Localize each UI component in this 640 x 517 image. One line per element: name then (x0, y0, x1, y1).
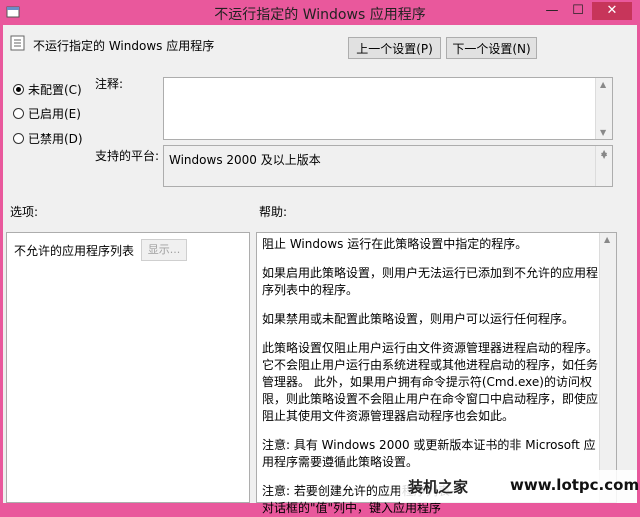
scroll-up-icon[interactable]: ▲ (600, 80, 606, 89)
help-paragraph: 此策略设置仅阻止用户运行由文件资源管理器进程启动的程序。它不会阻止用户运行由系统… (262, 341, 599, 423)
help-scrollbar[interactable]: ▲ (599, 233, 616, 502)
comment-field[interactable]: ▲ ▼ (163, 77, 613, 140)
platform-label: 支持的平台: (95, 149, 160, 163)
platform-value: Windows 2000 及以上版本 (169, 153, 321, 167)
scroll-up-icon[interactable]: ▲ (604, 235, 610, 244)
watermark: 装机之家 www.lotpc.com (400, 470, 640, 503)
previous-setting-button[interactable]: 上一个设置(P) (348, 37, 441, 59)
maximize-button[interactable]: ☐ (566, 2, 590, 20)
help-header: 帮助: (259, 205, 288, 219)
comment-label: 注释: (95, 77, 124, 91)
radio-selected-icon (13, 84, 24, 95)
help-paragraph: 如果启用此策略设置，则用户无法运行已添加到不允许的应用程序列表中的程序。 (262, 266, 599, 297)
help-paragraph: 注意: 具有 Windows 2000 或更新版本证书的非 Microsoft … (262, 438, 596, 469)
help-panel: 阻止 Windows 运行在此策略设置中指定的程序。 如果启用此策略设置，则用户… (256, 232, 617, 515)
radio-unselected-icon (13, 108, 24, 119)
close-button[interactable]: ✕ (592, 2, 632, 20)
radio-not-configured[interactable]: 未配置(C) (13, 81, 82, 98)
next-setting-button[interactable]: 下一个设置(N) (446, 37, 537, 59)
radio-enabled-label: 已启用(E) (28, 107, 81, 121)
scroll-down-icon[interactable]: ▼ (601, 151, 607, 184)
watermark-url: www.lotpc.com (510, 476, 640, 494)
show-list-button[interactable]: 显示... (141, 239, 187, 261)
radio-disabled-label: 已禁用(D) (28, 132, 83, 146)
options-header: 选项: (10, 205, 39, 219)
radio-unselected-icon (13, 133, 24, 144)
minimize-button[interactable]: — (540, 2, 564, 20)
title-bar: 不运行指定的 Windows 应用程序 — ☐ ✕ (0, 0, 640, 25)
help-paragraph: 阻止 Windows 运行在此策略设置中指定的程序。 (262, 237, 528, 251)
radio-enabled[interactable]: 已启用(E) (13, 105, 81, 122)
policy-title: 不运行指定的 Windows 应用程序 (33, 39, 215, 53)
comment-scrollbar[interactable]: ▲ ▼ (595, 78, 612, 139)
radio-not-configured-label: 未配置(C) (28, 83, 82, 97)
scroll-down-icon[interactable]: ▼ (600, 128, 606, 137)
disallowed-apps-label: 不允许的应用程序列表 (14, 244, 135, 258)
radio-disabled[interactable]: 已禁用(D) (13, 130, 83, 147)
dialog-body: 不运行指定的 Windows 应用程序 上一个设置(P) 下一个设置(N) 未配… (3, 25, 637, 515)
platform-field: Windows 2000 及以上版本 ▲ ▼ (163, 145, 613, 187)
options-panel: 不允许的应用程序列表 显示... (6, 232, 250, 503)
watermark-brand: 装机之家 (408, 478, 469, 496)
policy-setting-icon (10, 35, 25, 51)
platform-scrollbar[interactable]: ▲ ▼ (595, 146, 612, 186)
help-paragraph: 如果禁用或未配置此策略设置，则用户可以运行任何程序。 (262, 312, 575, 326)
